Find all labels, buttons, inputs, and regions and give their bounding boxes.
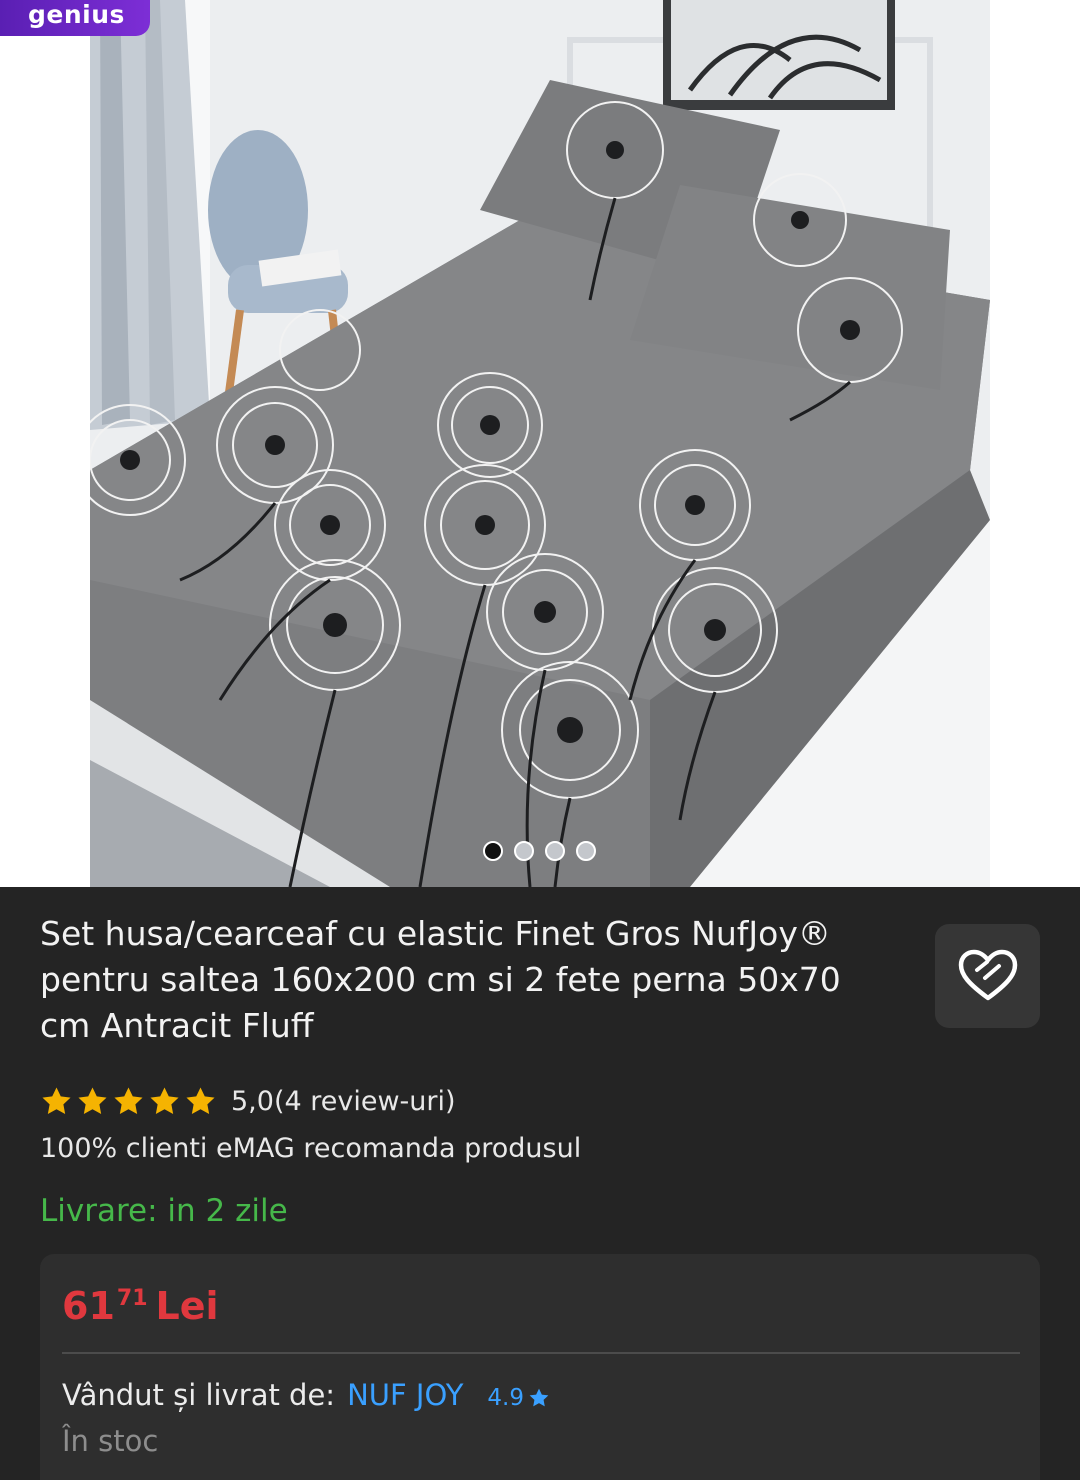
review-count-link[interactable]: (4 review-uri) (274, 1086, 456, 1117)
offer-card: 61 71 Lei Vândut și livrat de: NUF JOY 4… (40, 1254, 1040, 1480)
star-icon (186, 1087, 215, 1115)
product-image-gallery[interactable]: genius (0, 0, 1080, 887)
seller-rating[interactable]: 4.9 (487, 1385, 550, 1411)
product-title: Set husa/cearceaf cu elastic Finet Gros … (40, 914, 841, 1045)
product-photo[interactable] (90, 0, 990, 887)
rating-score: 5,0 (231, 1086, 274, 1117)
seller-info: Vândut și livrat de: NUF JOY 4.9 (62, 1378, 550, 1412)
product-info: Set husa/cearceaf cu elastic Finet Gros … (0, 887, 1080, 1480)
price-cents: 71 (116, 1286, 148, 1311)
add-to-favorites-button[interactable] (935, 924, 1040, 1028)
gallery-pagination[interactable] (483, 841, 596, 861)
star-icon (114, 1087, 143, 1115)
gallery-dot-4[interactable] (576, 841, 596, 861)
price-integer: 61 (62, 1284, 115, 1328)
genius-badge-label: genius (28, 0, 125, 29)
star-icon (78, 1087, 107, 1115)
recommendation-text: 100% clienti eMAG recomanda produsul (40, 1133, 582, 1164)
seller-label: Vândut și livrat de: (62, 1378, 336, 1412)
product-photo-illustration (90, 0, 990, 887)
heart-icon (958, 949, 1017, 1001)
rating-stars (40, 1085, 217, 1118)
delivery-estimate: Livrare: in 2 zile (40, 1193, 288, 1229)
genius-badge: genius (0, 0, 150, 36)
gallery-dot-1[interactable] (483, 841, 503, 861)
offer-divider (62, 1352, 1020, 1354)
star-icon (529, 1388, 549, 1407)
gallery-dot-3[interactable] (545, 841, 565, 861)
product-price: 61 71 Lei (62, 1284, 219, 1328)
price-currency: Lei (155, 1284, 219, 1328)
rating-summary[interactable]: 5,0 (4 review-uri) (40, 1085, 456, 1118)
seller-rating-value: 4.9 (487, 1385, 524, 1411)
star-icon (150, 1087, 179, 1115)
gallery-dot-2[interactable] (514, 841, 534, 861)
stock-status: În stoc (62, 1424, 159, 1458)
star-icon (42, 1087, 71, 1115)
seller-name-link[interactable]: NUF JOY (347, 1378, 463, 1412)
